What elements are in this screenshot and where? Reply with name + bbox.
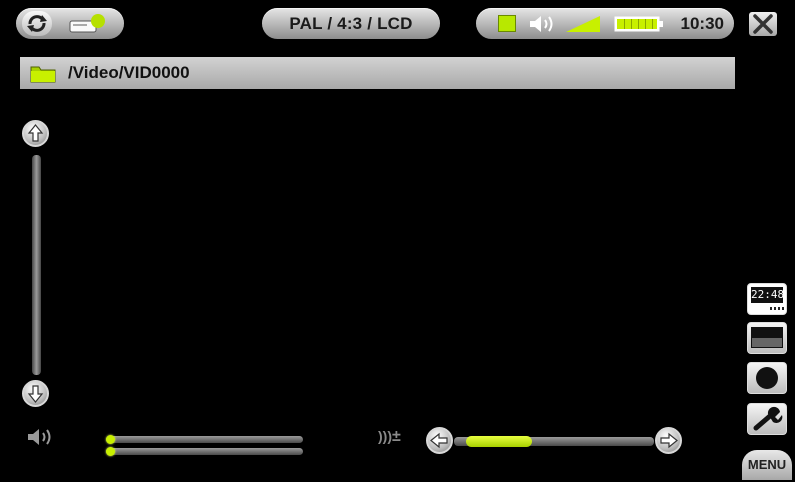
record-icon: [756, 367, 778, 389]
volume-slider-handle-top[interactable]: [106, 435, 115, 444]
audio-offset-symbol: ±: [392, 428, 401, 445]
close-button[interactable]: [749, 12, 777, 36]
current-path: /Video/VID0000: [68, 63, 190, 82]
speaker-icon: [530, 16, 553, 32]
record-button[interactable]: [747, 362, 787, 394]
menu-button[interactable]: MENU: [742, 450, 792, 480]
video-mode-indicator[interactable]: PAL / 4:3 / LCD: [262, 8, 440, 39]
clock-icon: [770, 307, 784, 310]
speaker-icon: [28, 429, 51, 445]
audio-offset-label: )))±: [378, 428, 401, 446]
settings-button[interactable]: [747, 403, 787, 435]
refresh-button[interactable]: [22, 11, 52, 36]
scroll-up-button[interactable]: [22, 120, 49, 147]
volume-slider-handle-bottom[interactable]: [106, 447, 115, 456]
refresh-icon: [27, 15, 47, 32]
hdd-icon: [68, 14, 108, 34]
vertical-scrollbar[interactable]: [32, 155, 41, 375]
arrow-right-icon: [660, 432, 678, 449]
screen-icon: [751, 327, 783, 348]
screen-format-button[interactable]: [747, 322, 787, 354]
audio-offset-icon: ))): [378, 428, 392, 444]
playback-square-icon: [498, 15, 516, 32]
battery-icon: [614, 16, 663, 32]
audio-offset-left-button[interactable]: [426, 427, 453, 454]
scroll-down-button[interactable]: [22, 380, 49, 407]
status-right-group: 10:30: [476, 8, 734, 39]
path-bar: /Video/VID0000: [20, 57, 735, 89]
volume-slider-track-top[interactable]: [106, 436, 303, 443]
clock-time: 10:30: [680, 14, 724, 33]
audio-offset-fill: [466, 436, 532, 447]
arrow-left-icon: [430, 432, 448, 449]
volume-slider-track-bottom[interactable]: [106, 448, 303, 455]
arrow-up-icon: [27, 124, 44, 142]
video-mode-text: PAL / 4:3 / LCD: [289, 14, 413, 33]
signal-icon: [566, 16, 600, 32]
status-left-group: [16, 8, 124, 39]
arrow-down-icon: [27, 385, 44, 403]
folder-icon: [30, 66, 56, 83]
audio-offset-right-button[interactable]: [655, 427, 682, 454]
wrench-icon: [753, 406, 783, 431]
close-icon: [753, 14, 773, 34]
clock-button[interactable]: 22:48: [747, 283, 787, 315]
clock-icon-time: 22:48: [751, 287, 785, 303]
